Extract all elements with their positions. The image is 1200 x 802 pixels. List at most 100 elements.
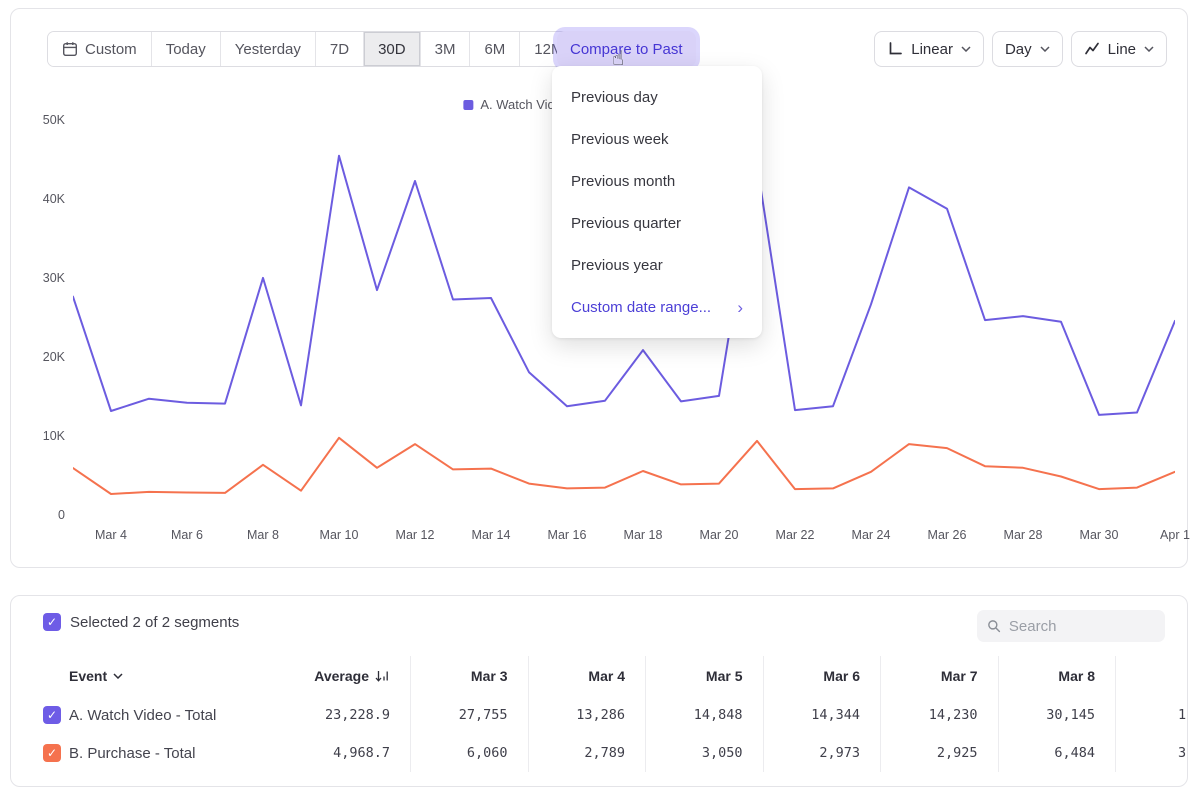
calendar-icon (62, 41, 78, 57)
legend-swatch (463, 100, 473, 110)
range-label: 3M (435, 41, 456, 58)
y-axis-label: 10K (23, 429, 65, 443)
table-cell: 2,973 (764, 734, 882, 772)
menu-item-previous-month[interactable]: Previous month (552, 160, 762, 202)
table-cell: 15, (1116, 696, 1188, 734)
y-axis-label: 0 (23, 508, 65, 522)
row-label: B. Purchase - Total (69, 745, 195, 762)
segments-header: ✓ Selected 2 of 2 segments (43, 613, 239, 631)
x-axis-label: Apr 1 (1143, 528, 1200, 542)
y-axis-label: 40K (23, 192, 65, 206)
range-label: 7D (330, 41, 349, 58)
compare-to-past-button[interactable]: Compare to Past (557, 31, 696, 67)
search-input[interactable] (1009, 618, 1155, 635)
mouse-cursor: ☝ (612, 46, 624, 70)
table-cell: 30,145 (999, 696, 1117, 734)
x-axis-label: Mar 4 (79, 528, 143, 542)
select-all-checkbox[interactable]: ✓ (43, 613, 61, 631)
column-header-m: M (1116, 656, 1188, 696)
table-cell: 14,344 (764, 696, 882, 734)
y-axis-label: 50K (23, 113, 65, 127)
column-header-mar-7: Mar 7 (881, 656, 999, 696)
x-axis-label: Mar 20 (687, 528, 751, 542)
table-cell: 3,050 (646, 734, 764, 772)
menu-item-previous-year[interactable]: Previous year (552, 244, 762, 286)
search-box (977, 610, 1165, 642)
chevron-down-icon (961, 46, 971, 52)
row-checkbox[interactable]: ✓ (43, 744, 61, 762)
column-header-mar-8: Mar 8 (999, 656, 1117, 696)
chart-type-select[interactable]: Line (1071, 31, 1167, 67)
range-button-30d[interactable]: 30D (364, 32, 421, 66)
range-button-custom[interactable]: Custom (48, 32, 152, 66)
compare-to-past-menu: Previous dayPrevious weekPrevious monthP… (552, 66, 762, 338)
x-axis-label: Mar 14 (459, 528, 523, 542)
range-button-3m[interactable]: 3M (421, 32, 471, 66)
table-cell: 14,848 (646, 696, 764, 734)
menu-item-previous-day[interactable]: Previous day (552, 76, 762, 118)
menu-item-previous-week[interactable]: Previous week (552, 118, 762, 160)
column-header-mar-4: Mar 4 (529, 656, 647, 696)
segments-card: ✓ Selected 2 of 2 segments EventAverageM… (10, 595, 1188, 787)
date-range-control: CustomTodayYesterday7D30D3M6M12M (47, 31, 578, 67)
column-header-event[interactable]: Event (11, 656, 273, 696)
table-cell: 23,228.9 (273, 696, 411, 734)
x-axis-label: Mar 26 (915, 528, 979, 542)
menu-item-custom-date-range[interactable]: Custom date range...› (552, 286, 762, 328)
range-button-yesterday[interactable]: Yesterday (221, 32, 316, 66)
series-b-purchase-total[interactable] (73, 438, 1175, 494)
range-label: Yesterday (235, 41, 301, 58)
table-cell: 6,060 (411, 734, 529, 772)
table-cell: 27,755 (411, 696, 529, 734)
interval-select[interactable]: Day (992, 31, 1063, 67)
chevron-right-icon: › (737, 299, 743, 316)
range-label: Today (166, 41, 206, 58)
range-button-6m[interactable]: 6M (470, 32, 520, 66)
segments-table: EventAverageMar 3Mar 4Mar 5Mar 6Mar 7Mar… (11, 656, 1188, 772)
x-axis-label: Mar 6 (155, 528, 219, 542)
x-axis-label: Mar 24 (839, 528, 903, 542)
column-header-mar-6: Mar 6 (764, 656, 882, 696)
chevron-down-icon (1144, 46, 1154, 52)
table-cell: 2,925 (881, 734, 999, 772)
selected-count-label: Selected 2 of 2 segments (70, 614, 239, 631)
axis-icon (887, 41, 903, 57)
chevron-down-icon (113, 673, 123, 679)
x-axis-label: Mar 22 (763, 528, 827, 542)
x-axis-label: Mar 8 (231, 528, 295, 542)
range-button-today[interactable]: Today (152, 32, 221, 66)
table-cell: 4,968.7 (273, 734, 411, 772)
x-axis-label: Mar 28 (991, 528, 1055, 542)
x-axis-label: Mar 12 (383, 528, 447, 542)
scale-select[interactable]: Linear (874, 31, 984, 67)
x-axis-label: Mar 16 (535, 528, 599, 542)
y-axis-label: 30K (23, 271, 65, 285)
row-label: A. Watch Video - Total (69, 707, 216, 724)
x-axis-label: Mar 10 (307, 528, 371, 542)
table-cell: 14,230 (881, 696, 999, 734)
x-axis-label: Mar 18 (611, 528, 675, 542)
range-button-7d[interactable]: 7D (316, 32, 364, 66)
column-header-mar-3: Mar 3 (411, 656, 529, 696)
line-chart-icon (1084, 41, 1100, 57)
interval-label: Day (1005, 41, 1032, 58)
row-checkbox[interactable]: ✓ (43, 706, 61, 724)
chart-type-label: Line (1108, 41, 1136, 58)
menu-item-previous-quarter[interactable]: Previous quarter (552, 202, 762, 244)
table-cell: 3, (1116, 734, 1188, 772)
column-header-mar-5: Mar 5 (646, 656, 764, 696)
range-label: 30D (378, 41, 406, 58)
range-label: Custom (85, 41, 137, 58)
sort-descending-icon (375, 670, 390, 683)
range-label: 6M (484, 41, 505, 58)
y-axis-label: 20K (23, 350, 65, 364)
table-cell: 13,286 (529, 696, 647, 734)
column-header-average[interactable]: Average (273, 656, 411, 696)
x-axis-label: Mar 30 (1067, 528, 1131, 542)
search-icon (987, 618, 1001, 634)
table-row-a-watch-video-total: ✓ A. Watch Video - Total (11, 696, 273, 734)
chart-controls: Linear Day Line (874, 31, 1167, 67)
table-cell: 6,484 (999, 734, 1117, 772)
table-row-b-purchase-total: ✓ B. Purchase - Total (11, 734, 273, 772)
chevron-down-icon (1040, 46, 1050, 52)
